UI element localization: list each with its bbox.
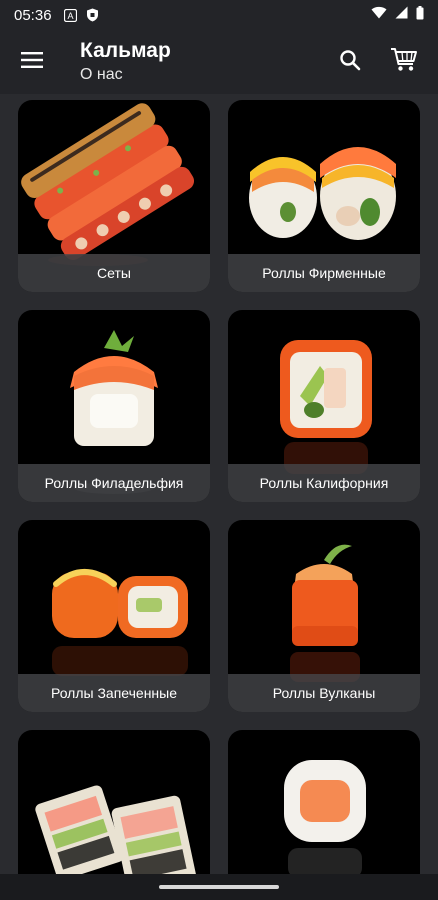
app-titles: Кальмар О нас bbox=[80, 38, 171, 86]
shield-icon bbox=[86, 8, 100, 22]
category-label: Сеты bbox=[97, 265, 131, 281]
label-band: Роллы Филадельфия bbox=[18, 464, 210, 502]
category-label: Роллы Запеченные bbox=[50, 685, 178, 701]
system-nav-bar bbox=[0, 874, 438, 900]
notification-a-icon: A bbox=[64, 8, 78, 22]
classic-roll-image bbox=[284, 760, 366, 874]
label-band: Роллы Запеченные bbox=[18, 674, 210, 712]
category-label: Роллы Фирменные bbox=[262, 265, 386, 281]
category-card-sets[interactable]: Сеты bbox=[18, 100, 210, 292]
status-bar: 05:36 A bbox=[0, 0, 438, 30]
search-icon bbox=[339, 49, 361, 76]
cart-icon bbox=[390, 47, 418, 78]
wifi-icon bbox=[371, 6, 387, 24]
sandwich-rolls-image bbox=[35, 785, 197, 874]
category-card-signature-rolls[interactable]: Роллы Фирменные bbox=[228, 100, 420, 292]
category-card-philadelphia-rolls[interactable]: Роллы Филадельфия bbox=[18, 310, 210, 502]
app-title: Кальмар bbox=[80, 39, 171, 62]
cart-button[interactable] bbox=[382, 40, 426, 84]
category-grid: Сеты Роллы Фирменные Роллы Филадельфия Р… bbox=[0, 94, 438, 874]
status-time: 05:36 bbox=[14, 6, 52, 24]
label-band: Роллы Фирменные bbox=[228, 254, 420, 292]
app-bar: Кальмар О нас bbox=[0, 30, 438, 94]
category-card-8[interactable] bbox=[228, 730, 420, 874]
battery-icon bbox=[416, 5, 424, 25]
search-button[interactable] bbox=[328, 40, 372, 84]
label-band: Роллы Вулканы bbox=[228, 674, 420, 712]
svg-text:A: A bbox=[68, 11, 74, 21]
signal-icon bbox=[395, 6, 408, 24]
category-label: Роллы Филадельфия bbox=[44, 475, 184, 491]
category-label: Роллы Вулканы bbox=[272, 685, 376, 701]
about-link[interactable]: О нас bbox=[80, 64, 171, 86]
menu-button[interactable] bbox=[0, 30, 64, 94]
category-card-volcano-rolls[interactable]: Роллы Вулканы bbox=[228, 520, 420, 712]
category-card-7[interactable] bbox=[18, 730, 210, 874]
category-label: Роллы Калифорния bbox=[259, 475, 389, 491]
label-band: Сеты bbox=[18, 254, 210, 292]
menu-icon bbox=[21, 51, 43, 73]
category-card-baked-rolls[interactable]: Роллы Запеченные bbox=[18, 520, 210, 712]
category-card-california-rolls[interactable]: Роллы Калифорния bbox=[228, 310, 420, 502]
home-indicator[interactable] bbox=[159, 885, 279, 889]
label-band: Роллы Калифорния bbox=[228, 464, 420, 502]
status-right bbox=[371, 5, 424, 25]
